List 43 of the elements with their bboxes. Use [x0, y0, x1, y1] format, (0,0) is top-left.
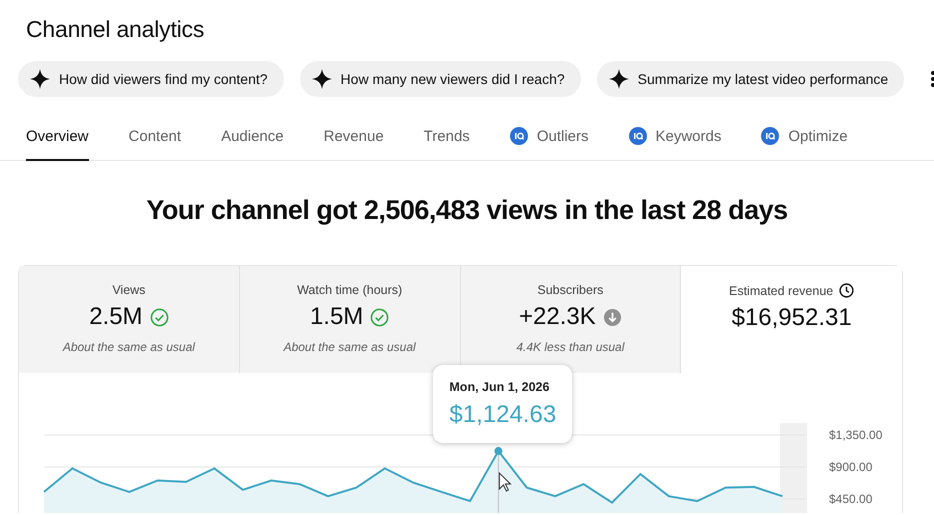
- nav-tab[interactable]: Revenue: [324, 119, 384, 161]
- axis-label: $1,350.00: [829, 428, 882, 442]
- metric-tab[interactable]: Views 2.5M About the same as usual: [19, 266, 240, 373]
- metric-tab[interactable]: Subscribers +22.3K 4.4K less than usual: [460, 266, 682, 373]
- nav-tab[interactable]: Trends: [424, 119, 470, 161]
- suggestion-chip[interactable]: Summarize my latest video performance: [596, 61, 904, 97]
- metric-note: 4.4K less than usual: [516, 340, 624, 354]
- check-circle-icon: [150, 308, 169, 326]
- axis-label: $450.00: [829, 492, 872, 506]
- nav-tab[interactable]: Audience: [221, 119, 284, 161]
- extension-logo-icon: [628, 127, 646, 145]
- sparkle-icon: [30, 69, 50, 89]
- metric-label: Estimated revenue: [729, 284, 834, 298]
- metric-note: About the same as usual: [62, 340, 195, 354]
- nav-tab[interactable]: Outliers: [510, 119, 588, 161]
- data-point: [494, 447, 502, 456]
- metric-value: +22.3K: [519, 303, 596, 331]
- cursor-icon: [498, 472, 512, 492]
- check-circle-icon: [370, 308, 390, 326]
- tooltip-date: Mon, Jun 1, 2026: [449, 380, 550, 394]
- tooltip-value: $1,124.63: [449, 401, 556, 429]
- extension-logo-icon: [510, 127, 528, 145]
- suggestion-chip[interactable]: How did viewers find my content?: [18, 61, 284, 97]
- sparkle-icon: [312, 69, 332, 89]
- nav-tab[interactable]: Keywords: [628, 119, 722, 161]
- suggestion-chip[interactable]: How many new viewers did I reach?: [300, 61, 581, 97]
- page-title: Channel analytics: [25, 15, 206, 44]
- metric-value: $16,952.31: [732, 304, 852, 332]
- metric-label: Views: [112, 283, 146, 297]
- nav-tab[interactable]: Overview: [26, 119, 89, 161]
- metric-label: Watch time (hours): [297, 283, 402, 297]
- sparkle-icon: [608, 69, 629, 89]
- nav-tab[interactable]: Content: [128, 119, 182, 161]
- metric-note: About the same as usual: [284, 340, 416, 354]
- metric-tab[interactable]: Watch time (hours) 1.5M About the same as usual: [240, 266, 460, 373]
- metric-value: 2.5M: [89, 303, 143, 331]
- clock-icon: [839, 283, 854, 298]
- metric-label: Subscribers: [537, 283, 604, 297]
- extension-logo-icon: [761, 127, 780, 145]
- axis-label: $900.00: [829, 460, 872, 474]
- metric-value: 1.5M: [310, 303, 364, 331]
- summary-headline: Your channel got 2,506,483 views in the last 28 days: [145, 194, 789, 227]
- nav-tab[interactable]: Optimize: [761, 119, 848, 161]
